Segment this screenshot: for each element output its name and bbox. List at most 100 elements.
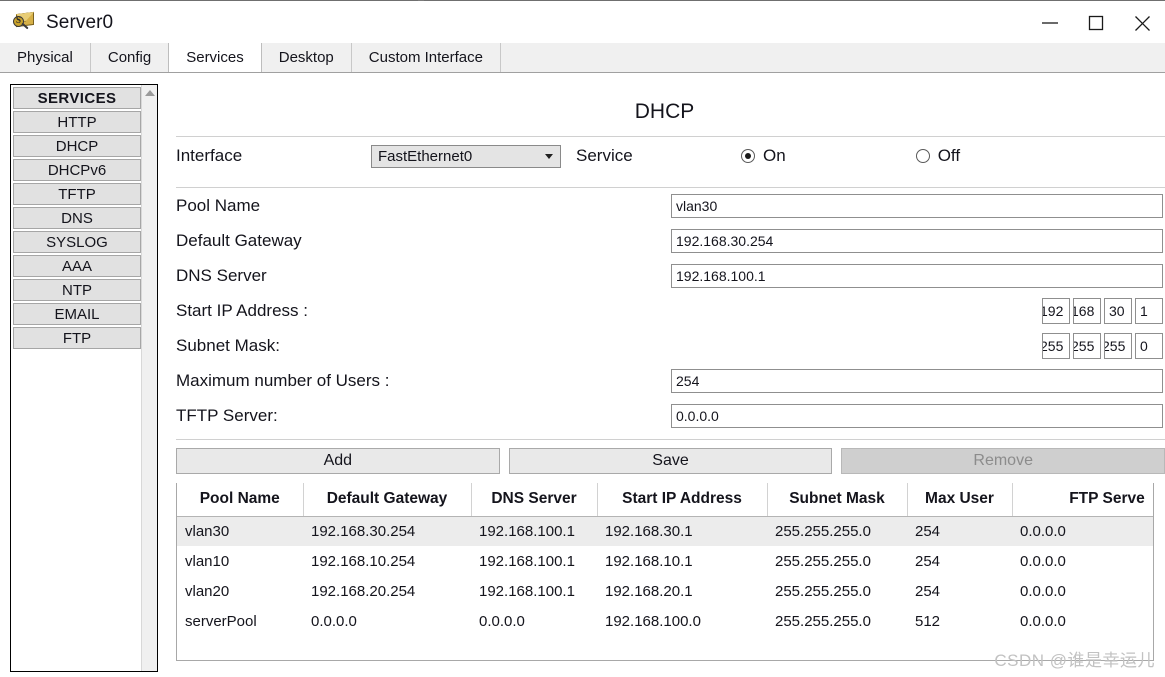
chevron-down-icon [545, 154, 553, 159]
cell-subnet-mask: 255.255.255.0 [775, 582, 871, 600]
subnet-mask-octet-4-value: 0 [1140, 337, 1148, 354]
save-button[interactable]: Save [508, 448, 833, 474]
service-label: Service [576, 146, 633, 165]
default-gateway-label: Default Gateway [176, 230, 302, 250]
dhcp-panel: DHCP Interface FastEthernet0 Service On … [166, 84, 1165, 677]
cell-dns-server: 192.168.100.1 [479, 552, 575, 570]
chevron-up-icon[interactable] [144, 90, 155, 96]
cell-default-gateway: 192.168.30.254 [303, 516, 471, 546]
cell-default-gateway: 192.168.10.254 [311, 552, 416, 570]
start-ip-octet-3[interactable]: 30 [1104, 297, 1132, 324]
service-on-option[interactable]: On [741, 146, 786, 166]
cell-dns-server: 192.168.100.1 [471, 516, 597, 546]
tftp-server-input[interactable]: 0.0.0.0 [671, 403, 1163, 428]
subnet-mask-row: Subnet Mask: 255 255 255 0 [176, 328, 1165, 363]
sidebar-item-ftp[interactable]: FTP [13, 327, 141, 349]
column-header-subnet-mask[interactable]: Subnet Mask [767, 483, 908, 517]
default-gateway-input[interactable]: 192.168.30.254 [671, 228, 1163, 253]
add-button[interactable]: Add [176, 448, 500, 474]
start-ip-octet-4[interactable]: 1 [1135, 297, 1163, 324]
column-header-pool-name[interactable]: Pool Name [177, 483, 304, 517]
start-ip-octet-1-value: 192 [1042, 302, 1064, 319]
dns-server-row: DNS Server 192.168.100.1 [176, 258, 1165, 293]
sidebar-item-ntp[interactable]: NTP [13, 279, 141, 301]
dns-server-label: DNS Server [176, 265, 267, 285]
subnet-mask-octet-3[interactable]: 255 [1104, 332, 1132, 359]
sidebar-item-dhcpv6[interactable]: DHCPv6 [13, 159, 141, 181]
column-header-default-gateway[interactable]: Default Gateway [303, 483, 472, 517]
start-ip-row: Start IP Address : 192 168 30 1 [176, 293, 1165, 328]
dhcp-form: Pool Name vlan30 Default Gateway 192.168… [166, 188, 1165, 433]
service-off-option[interactable]: Off [915, 146, 961, 166]
dns-server-value: 192.168.100.1 [676, 267, 766, 284]
subnet-mask-octet-2[interactable]: 255 [1073, 332, 1101, 359]
start-ip-octet-1[interactable]: 192 [1042, 297, 1070, 324]
sidebar-item-dhcp[interactable]: DHCP [13, 135, 141, 157]
tftp-server-value: 0.0.0.0 [676, 407, 719, 424]
cell-pool-name: vlan10 [185, 552, 230, 570]
subnet-mask-label: Subnet Mask: [176, 335, 280, 355]
tab-physical[interactable]: Physical [0, 43, 91, 72]
action-buttons: Add Save Remove [166, 448, 1165, 474]
table-row[interactable]: vlan20 192.168.20.254 192.168.100.1 192.… [177, 576, 1153, 606]
tab-bar: Physical Config Services Desktop Custom … [0, 43, 1165, 73]
tab-custom-interface[interactable]: Custom Interface [351, 43, 501, 72]
sidebar-header: SERVICES [13, 87, 141, 109]
sidebar-scrollbar[interactable] [141, 85, 157, 671]
max-users-value: 254 [676, 372, 700, 389]
pool-name-value: vlan30 [676, 197, 718, 214]
column-header-dns-server[interactable]: DNS Server [471, 483, 598, 517]
start-ip-octet-4-value: 1 [1140, 302, 1148, 319]
minimize-button[interactable] [1027, 2, 1073, 44]
interface-row: Interface FastEthernet0 Service On Off [166, 137, 1165, 175]
sidebar-item-http[interactable]: HTTP [13, 111, 141, 133]
start-ip-octet-2-value: 168 [1073, 302, 1095, 319]
table-row[interactable]: vlan10 192.168.10.254 192.168.100.1 192.… [177, 546, 1153, 576]
cell-pool-name: vlan20 [185, 582, 230, 600]
start-ip-octet-2[interactable]: 168 [1073, 297, 1101, 324]
pool-name-input[interactable]: vlan30 [671, 193, 1163, 218]
table-row[interactable]: vlan30 192.168.30.254 192.168.100.1 192.… [177, 516, 1153, 546]
column-header-max-user[interactable]: Max User [907, 483, 1013, 517]
maximize-button[interactable] [1073, 2, 1119, 44]
close-button[interactable] [1119, 2, 1165, 44]
dns-server-input[interactable]: 192.168.100.1 [671, 263, 1163, 288]
sidebar-item-dns[interactable]: DNS [13, 207, 141, 229]
cell-dns-server: 192.168.100.1 [479, 582, 575, 600]
cell-max-user: 512 [915, 612, 941, 630]
sidebar-item-aaa[interactable]: AAA [13, 255, 141, 277]
sidebar-item-email[interactable]: EMAIL [13, 303, 141, 325]
tab-strip-filler [501, 43, 1165, 72]
tab-desktop[interactable]: Desktop [261, 43, 352, 72]
table-header-row: Pool Name Default Gateway DNS Server Sta… [177, 483, 1153, 517]
tab-services[interactable]: Services [168, 43, 262, 72]
interface-label: Interface [176, 146, 243, 165]
cell-pool-name: vlan30 [177, 516, 303, 546]
tab-config[interactable]: Config [90, 43, 170, 72]
remove-button: Remove [841, 448, 1165, 474]
services-sidebar: SERVICES HTTP DHCP DHCPv6 TFTP DNS SYSLO… [10, 84, 158, 672]
cell-subnet-mask: 255.255.255.0 [767, 516, 907, 546]
radio-on-icon[interactable] [741, 149, 755, 163]
dhcp-pool-table: Pool Name Default Gateway DNS Server Sta… [177, 483, 1153, 636]
tftp-server-label: TFTP Server: [176, 405, 278, 425]
interface-select[interactable]: FastEthernet0 [371, 144, 561, 168]
column-header-start-ip[interactable]: Start IP Address [597, 483, 768, 517]
divider-above-buttons [176, 439, 1165, 440]
subnet-mask-octet-1[interactable]: 255 [1042, 332, 1070, 359]
column-header-ftp-server[interactable]: FTP Serve [1012, 483, 1153, 517]
max-users-input[interactable]: 254 [671, 368, 1163, 393]
sidebar-item-tftp[interactable]: TFTP [13, 183, 141, 205]
service-off-label: Off [937, 146, 961, 165]
interface-select-value: FastEthernet0 [378, 147, 473, 165]
sidebar-item-syslog[interactable]: SYSLOG [13, 231, 141, 253]
dhcp-pool-table-container[interactable]: Pool Name Default Gateway DNS Server Sta… [176, 483, 1154, 661]
cell-start-ip: 192.168.30.1 [597, 516, 767, 546]
radio-off-icon[interactable] [915, 149, 930, 163]
subnet-mask-octet-4[interactable]: 0 [1135, 332, 1163, 359]
start-ip-octet-group: 192 168 30 1 [1042, 297, 1163, 324]
pool-name-row: Pool Name vlan30 [176, 188, 1165, 223]
table-row[interactable]: serverPool 0.0.0.0 0.0.0.0 192.168.100.0… [177, 606, 1153, 636]
subnet-mask-octet-2-value: 255 [1073, 337, 1095, 354]
cell-start-ip: 192.168.20.1 [605, 582, 693, 600]
